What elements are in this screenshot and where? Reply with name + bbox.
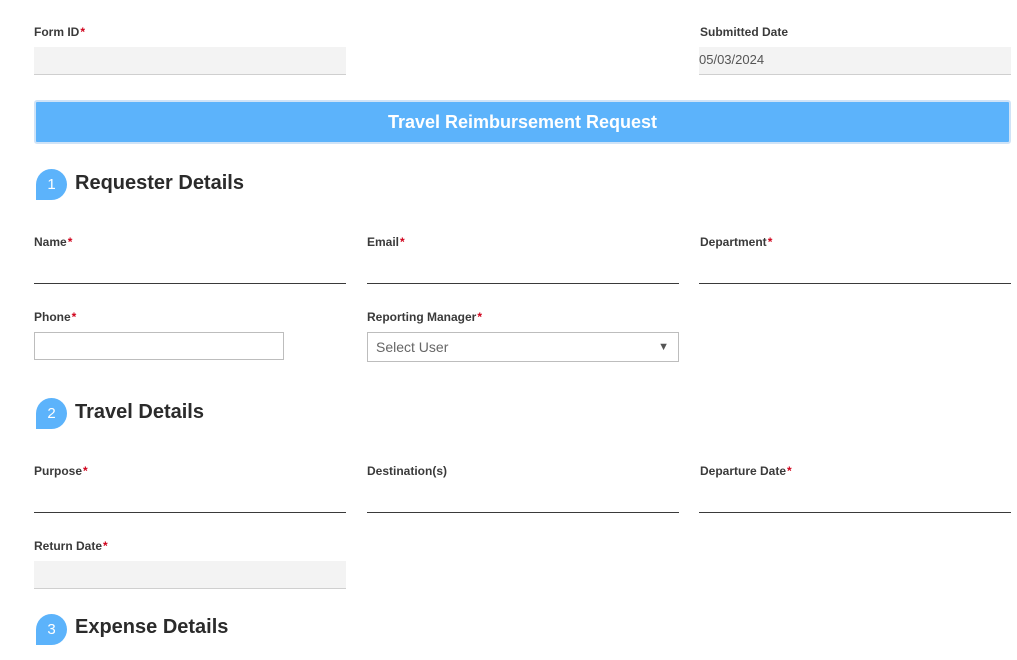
step-3-badge: 3 xyxy=(36,614,67,645)
destination-field[interactable] xyxy=(367,483,679,513)
dropdown-arrow-icon[interactable]: ▼ xyxy=(658,341,669,353)
name-label: Name* xyxy=(34,235,73,249)
departure-date-label: Departure Date* xyxy=(700,464,792,478)
name-field[interactable] xyxy=(34,254,346,284)
return-date-label: Return Date* xyxy=(34,539,108,553)
form-id-label: Form ID* xyxy=(34,25,86,39)
submitted-date-field[interactable]: 05/03/2024 xyxy=(699,47,1011,75)
step-1-badge: 1 xyxy=(36,169,67,200)
form-id-field[interactable] xyxy=(34,47,346,75)
section-title-travel: Travel Details xyxy=(75,401,204,423)
phone-field[interactable] xyxy=(34,332,284,360)
form-title-banner: Travel Reimbursement Request xyxy=(34,100,1011,144)
department-label: Department* xyxy=(700,235,773,249)
departure-date-field[interactable] xyxy=(699,483,1011,513)
phone-label: Phone* xyxy=(34,310,77,324)
step-2-badge: 2 xyxy=(36,398,67,429)
purpose-field[interactable] xyxy=(34,483,346,513)
reporting-manager-label: Reporting Manager* xyxy=(367,310,483,324)
destination-label: Destination(s) xyxy=(367,464,448,478)
section-title-expense: Expense Details xyxy=(75,616,229,638)
department-field[interactable] xyxy=(699,254,1011,284)
section-title-requester: Requester Details xyxy=(75,172,244,194)
email-label: Email* xyxy=(367,235,405,249)
email-field[interactable] xyxy=(367,254,679,284)
reporting-manager-placeholder: Select User xyxy=(376,339,449,355)
reporting-manager-select[interactable]: Select User ▼ xyxy=(367,332,679,362)
submitted-date-label: Submitted Date xyxy=(700,25,789,39)
purpose-label: Purpose* xyxy=(34,464,88,478)
return-date-field[interactable] xyxy=(34,561,346,589)
